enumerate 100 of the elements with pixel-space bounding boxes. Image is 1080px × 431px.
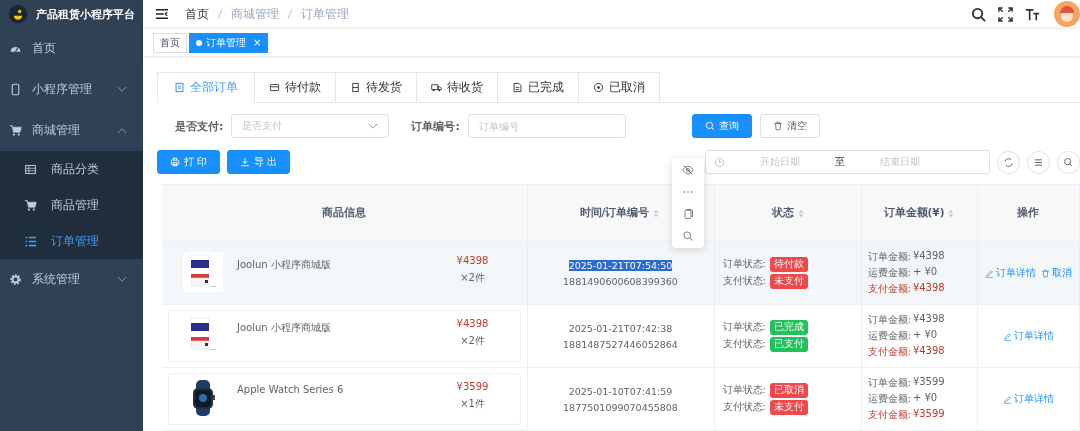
status-label: 支付状态: [722, 275, 766, 288]
status-badge: 已完成 [769, 320, 808, 335]
logo-icon [8, 4, 28, 24]
status-badge: 已支付 [769, 337, 808, 352]
dot-icon [196, 39, 202, 46]
amount-value: ¥3599 [912, 408, 945, 421]
cart-icon [24, 198, 37, 212]
status-badge: 待付款 [769, 257, 808, 272]
product-quantity: ×2件 [460, 271, 485, 285]
menu-item[interactable]: 系统管理 [0, 259, 143, 300]
edit-icon [1002, 394, 1012, 404]
product-price: ¥4398 [456, 255, 489, 266]
column-header[interactable]: 订单金额(¥) [883, 206, 945, 218]
product-name: Joolun 小程序商城版 [237, 258, 332, 272]
product-price: ¥3599 [456, 381, 489, 392]
breadcrumb-item: 商城管理 [231, 5, 279, 23]
amount-value: + ¥0 [912, 266, 938, 279]
status-badge: 已取消 [769, 383, 808, 398]
edit-icon [984, 268, 994, 278]
column-header[interactable]: 状态 [771, 206, 794, 218]
fullscreen-icon[interactable] [998, 6, 1013, 22]
submenu-item[interactable]: 订单管理 [0, 223, 143, 259]
printer-icon [170, 157, 180, 167]
phone-icon [9, 83, 22, 96]
order-time: 2025-01-10T07:41:59 [568, 385, 673, 397]
filter-settings-button[interactable] [1027, 150, 1050, 174]
submenu-item[interactable]: 商品分类 [0, 151, 143, 187]
amount-value: ¥4398 [912, 250, 945, 263]
amount-label: 运费金额: [867, 266, 911, 280]
column-header: 操作 [1017, 206, 1039, 218]
search-icon [704, 121, 715, 131]
status-label: 订单状态: [722, 321, 766, 334]
breadcrumb-item[interactable]: 首页 [185, 5, 209, 23]
action-link[interactable]: 订单详情 [1002, 329, 1054, 343]
submenu-item[interactable]: 商品管理 [0, 187, 143, 223]
grid-icon [24, 162, 37, 176]
truck-icon [431, 82, 442, 93]
font-size-icon[interactable] [1025, 6, 1040, 22]
amount-value: ¥4398 [912, 282, 945, 295]
column-header[interactable]: 时间/订单编号 [579, 206, 650, 218]
circle-dot-icon [593, 82, 604, 93]
list-icon [24, 234, 37, 248]
clear-button[interactable]: 清空 [759, 114, 820, 138]
slash-separator-icon [287, 8, 293, 20]
amount-label: 订单金额: [867, 313, 911, 327]
status-label: 支付状态: [722, 338, 766, 351]
trash-icon [1040, 268, 1050, 278]
clock-icon [714, 156, 726, 168]
amount-value: ¥3599 [912, 376, 945, 389]
order-number: 1881487527446052864 [563, 338, 678, 350]
amount-label: 支付金额: [867, 408, 911, 422]
edit-icon [1002, 331, 1012, 341]
column-header: 商品信息 [322, 206, 367, 218]
status-label: 订单状态: [722, 258, 766, 271]
breadcrumb-item: 订单管理 [301, 5, 349, 23]
box-icon [350, 82, 361, 93]
action-link[interactable]: 订单详情 [1002, 392, 1054, 406]
order-number: 1881490600608399360 [563, 275, 678, 287]
amount-value: ¥4398 [912, 313, 945, 326]
menu-icon[interactable] [155, 8, 169, 20]
amount-label: 订单金额: [867, 250, 911, 264]
product-name: Joolun 小程序商城版 [237, 321, 332, 335]
status-label: 支付状态: [722, 401, 766, 414]
status-badge: 未支付 [769, 274, 808, 289]
download-icon [240, 157, 251, 167]
refresh-button[interactable] [997, 150, 1020, 174]
page-tab[interactable]: 首页 [153, 32, 187, 53]
status-label: 订单状态: [722, 384, 766, 397]
amount-label: 运费金额: [867, 392, 911, 406]
order-number: 1877501099070455808 [563, 401, 678, 413]
file-icon [512, 82, 523, 93]
filter-label: 订单编号: [411, 118, 460, 134]
eye-off-icon[interactable] [682, 164, 694, 176]
product-quantity: ×1件 [460, 397, 485, 411]
slash-separator-icon [217, 8, 223, 20]
menu-item[interactable]: 首页 [0, 28, 143, 69]
trash-icon [772, 121, 783, 131]
amount-value: ¥4398 [912, 345, 945, 358]
amount-label: 支付金额: [867, 282, 911, 296]
product-quantity: ×2件 [460, 334, 485, 348]
order-tab[interactable]: 已取消 [578, 72, 660, 102]
document-icon [174, 82, 185, 93]
order-time: 2025-01-21T07:42:38 [568, 322, 673, 334]
amount-label: 运费金额: [867, 329, 911, 343]
menu-item[interactable]: 商城管理 [0, 110, 143, 151]
cart-icon [9, 124, 22, 137]
search-icon[interactable] [971, 6, 986, 22]
menu-item[interactable]: 小程序管理 [0, 69, 143, 110]
product-price: ¥4398 [456, 318, 489, 329]
chevron-down-icon [368, 122, 379, 130]
amount-label: 支付金额: [867, 345, 911, 359]
app-title: 产品租赁小程序平台 [36, 6, 135, 22]
gear-icon [9, 273, 22, 286]
status-badge: 未支付 [769, 400, 808, 415]
filter-label: 是否支付: [175, 118, 224, 134]
product-name: Apple Watch Series 6 [237, 384, 345, 395]
avatar[interactable] [1054, 1, 1080, 27]
search-button[interactable] [1057, 150, 1080, 174]
amount-value: + ¥0 [912, 392, 938, 405]
copy-icon[interactable] [682, 208, 694, 220]
